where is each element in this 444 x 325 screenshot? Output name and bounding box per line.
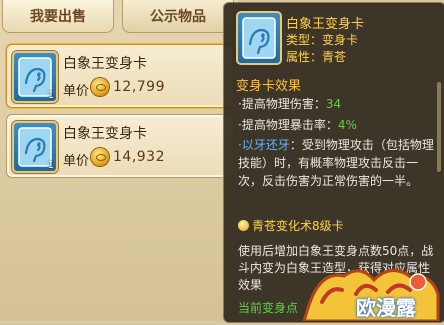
effect-label: ·提高物理伤害： [238, 97, 326, 111]
current-points-label: 当前变身点 [238, 301, 299, 315]
item-quantity: 1 [47, 160, 54, 171]
watermark-text: 欧漫露 [356, 296, 416, 320]
price-label: 单价 [63, 154, 90, 169]
item-name: 白象王变身卡 [63, 126, 147, 142]
rank-line: 青苍变化术8级卡 [238, 217, 344, 234]
skill-name: ·以牙还牙 [238, 138, 290, 152]
tooltip-title: 白象王变身卡 [286, 17, 365, 32]
tab-public-items[interactable]: 公示物品 [122, 0, 234, 33]
transform-card-icon: 1 [12, 51, 58, 103]
rank-text: 青苍变化术8级卡 [252, 219, 344, 233]
rank-orb-icon [238, 220, 249, 231]
trade-list-panel: 我要出售 公示物品 1 白象王变身卡 单价 12,799 1 白象王变身卡 单价 [0, 0, 238, 321]
list-item[interactable]: 1 白象王变身卡 单价 14,932 [6, 114, 234, 178]
effect-heading: 变身卡效果 [236, 79, 302, 94]
skill-description: ·以牙还牙：受到物理攻击（包括物理技能）时，有概率物理攻击反击一次，反击伤害为正… [238, 136, 438, 190]
effect-value: 4% [337, 118, 357, 132]
price-value: 14,932 [113, 149, 165, 165]
tooltip-scrollbar[interactable] [437, 82, 441, 172]
effect-label: ·提高物理暴击率： [238, 118, 338, 132]
list-item[interactable]: 1 白象王变身卡 单价 12,799 [6, 44, 234, 108]
effect-line: ·提高物理伤害：34 [238, 95, 341, 112]
price-value: 12,799 [113, 79, 165, 95]
item-name: 白象王变身卡 [63, 56, 147, 72]
effect-line: ·提高物理暴击率：4% [238, 116, 357, 133]
tab-sell[interactable]: 我要出售 [2, 0, 114, 33]
gold-coin-icon [91, 148, 109, 166]
tooltip-attribute: 属性：青苍 [286, 50, 347, 64]
effect-value: 34 [325, 97, 342, 111]
transform-card-icon: 1 [12, 121, 58, 173]
price-label: 单价 [63, 84, 90, 99]
item-quantity: 1 [47, 90, 54, 101]
tooltip-type: 类型：变身卡 [286, 33, 359, 47]
gold-coin-icon [91, 78, 109, 96]
transform-card-icon [236, 11, 282, 65]
